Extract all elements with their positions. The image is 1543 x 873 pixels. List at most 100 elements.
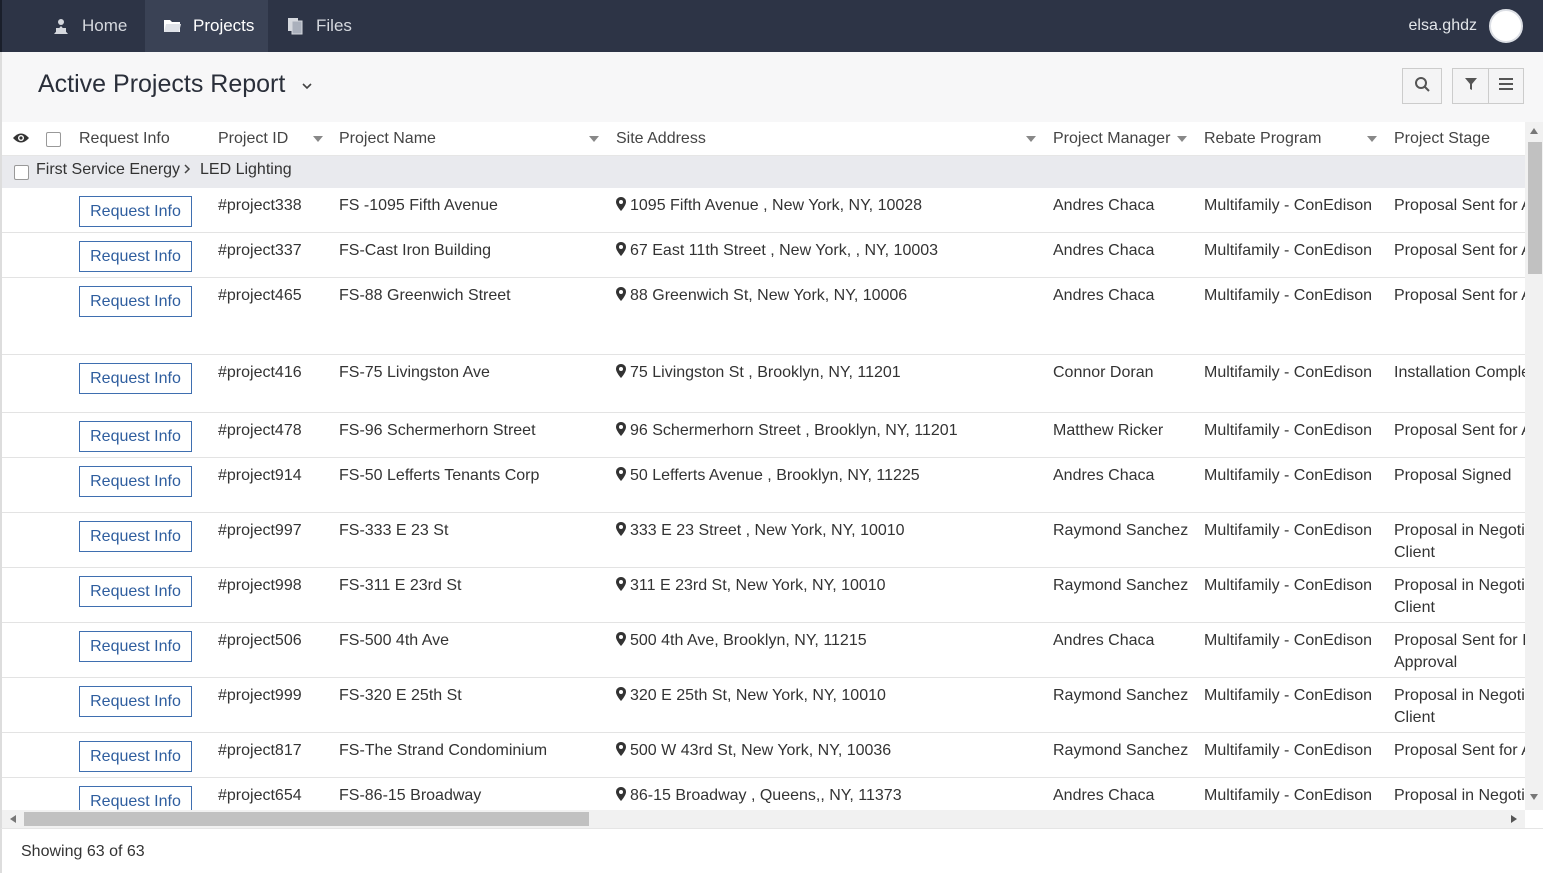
site-address: 96 Schermerhorn Street , Brooklyn, NY, 1…: [616, 420, 1041, 442]
nav-home[interactable]: Home: [52, 0, 147, 52]
user-menu[interactable]: elsa.ghdz: [1409, 0, 1523, 52]
eye-icon[interactable]: [12, 131, 30, 150]
nav-projects[interactable]: Projects: [145, 0, 268, 52]
table-row[interactable]: Request Info #project817 FS-The Strand Con…: [2, 733, 1525, 778]
sort-caret-icon[interactable]: [589, 136, 599, 142]
project-name[interactable]: FS-96 Schermerhorn Street: [339, 420, 604, 442]
select-all-checkbox[interactable]: [46, 132, 61, 147]
col-header-project-id[interactable]: Project ID: [218, 122, 288, 156]
request-info-button[interactable]: Request Info: [79, 196, 192, 227]
table-row[interactable]: Request Info #project416 FS-75 Livingston …: [2, 355, 1525, 413]
search-button[interactable]: [1402, 68, 1442, 104]
project-id[interactable]: #project817: [218, 740, 323, 762]
sort-caret-icon[interactable]: [1177, 136, 1187, 142]
request-info-button[interactable]: Request Info: [79, 741, 192, 772]
project-stage-text: Proposal Sent for A: [1394, 742, 1525, 759]
rebate-program: Multifamily - ConEdison: [1204, 577, 1373, 594]
menu-button[interactable]: [1488, 68, 1524, 104]
project-id[interactable]: #project465: [218, 285, 323, 307]
request-info-button[interactable]: Request Info: [79, 686, 192, 717]
project-name[interactable]: FS-333 E 23 St: [339, 520, 604, 542]
request-info-button[interactable]: Request Info: [79, 576, 192, 607]
project-id[interactable]: #project416: [218, 362, 323, 384]
request-info-button[interactable]: Request Info: [79, 521, 192, 552]
vertical-scrollbar[interactable]: [1525, 122, 1543, 810]
project-id[interactable]: #project337: [218, 240, 323, 262]
row-count-status: Showing 63 of 63: [21, 843, 145, 860]
col-header-rebate-program[interactable]: Rebate Program: [1204, 122, 1321, 156]
project-id[interactable]: #project914: [218, 465, 323, 487]
scroll-left-arrow-icon[interactable]: [10, 815, 16, 823]
col-header-request-info[interactable]: Request Info: [79, 122, 170, 156]
project-stage: Proposal in Negotia: [1394, 785, 1525, 807]
project-stage: Installation Comple: [1394, 362, 1525, 384]
rebate-program: Multifamily - ConEdison: [1204, 687, 1373, 704]
project-name[interactable]: FS-Cast Iron Building: [339, 240, 604, 262]
table-row[interactable]: Request Info #project478 FS-96 Schermerhor…: [2, 413, 1525, 458]
scroll-down-arrow-icon[interactable]: [1530, 794, 1538, 800]
request-info-button[interactable]: Request Info: [79, 363, 192, 394]
sort-caret-icon[interactable]: [313, 136, 323, 142]
project-name[interactable]: FS-50 Lefferts Tenants Corp: [339, 465, 604, 487]
project-id[interactable]: #project999: [218, 685, 323, 707]
group-checkbox[interactable]: [14, 165, 29, 180]
horizontal-scroll-thumb[interactable]: [24, 812, 589, 826]
request-info-button[interactable]: Request Info: [79, 631, 192, 662]
request-info-button[interactable]: Request Info: [79, 241, 192, 272]
table-row[interactable]: Request Info #project465 FS-88 Greenwich S…: [2, 278, 1525, 355]
nav-files[interactable]: Files: [268, 0, 358, 52]
chevron-down-icon[interactable]: [299, 78, 315, 94]
project-id[interactable]: #project478: [218, 420, 323, 442]
project-id[interactable]: #project506: [218, 630, 323, 652]
sort-caret-icon[interactable]: [1026, 136, 1036, 142]
project-name[interactable]: FS-86-15 Broadway: [339, 785, 604, 807]
filter-button[interactable]: [1452, 68, 1489, 104]
project-id[interactable]: #project338: [218, 195, 323, 217]
request-info-button[interactable]: Request Info: [79, 421, 192, 452]
request-info-button[interactable]: Request Info: [79, 286, 192, 317]
group-row[interactable]: First Service Energy LED Lighting: [2, 156, 1525, 188]
map-pin-icon: [616, 741, 626, 756]
table-row[interactable]: Request Info #project506 FS-500 4th Ave 500…: [2, 623, 1525, 678]
table-row[interactable]: Request Info #project997 FS-333 E 23 St 333…: [2, 513, 1525, 568]
table-row[interactable]: Request Info #project998 FS-311 E 23rd St 3…: [2, 568, 1525, 623]
request-info-button[interactable]: Request Info: [79, 786, 192, 810]
project-id[interactable]: #project997: [218, 520, 323, 542]
col-header-project-name[interactable]: Project Name: [339, 122, 436, 156]
project-stage-text: Installation Comple: [1394, 364, 1525, 381]
project-name[interactable]: FS-75 Livingston Ave: [339, 362, 604, 384]
col-header-project-stage[interactable]: Project Stage: [1394, 122, 1490, 156]
vertical-scroll-thumb[interactable]: [1528, 142, 1542, 274]
project-name[interactable]: FS-311 E 23rd St: [339, 575, 604, 597]
project-name[interactable]: FS-500 4th Ave: [339, 630, 604, 652]
col-header-project-manager[interactable]: Project Manager: [1053, 122, 1170, 156]
table-row[interactable]: Request Info #project337 FS-Cast Iron Buil…: [2, 233, 1525, 278]
table-row[interactable]: Request Info #project914 FS-50 Lefferts Te…: [2, 458, 1525, 513]
project-stage-text: Proposal in Negotia: [1394, 787, 1525, 804]
site-address: 311 E 23rd St, New York, NY, 10010: [616, 575, 1041, 597]
project-name[interactable]: FS-88 Greenwich Street: [339, 285, 604, 307]
project-name[interactable]: FS-320 E 25th St: [339, 685, 604, 707]
scroll-right-arrow-icon[interactable]: [1511, 815, 1517, 823]
page-title: Active Projects Report: [38, 70, 286, 98]
project-name[interactable]: FS-The Strand Condominium: [339, 740, 604, 762]
site-address-text: 67 East 11th Street , New York, , NY, 10…: [630, 242, 939, 259]
col-header-site-address[interactable]: Site Address: [616, 122, 706, 156]
project-name[interactable]: FS -1095 Fifth Avenue: [339, 195, 604, 217]
rebate-program: Multifamily - ConEdison: [1204, 787, 1373, 804]
project-stage: Proposal Sent for In Approval: [1394, 630, 1525, 674]
project-stage: Proposal Sent for A: [1394, 195, 1525, 217]
request-info-button[interactable]: Request Info: [79, 466, 192, 497]
table-row[interactable]: Request Info #project999 FS-320 E 25th St 3…: [2, 678, 1525, 733]
project-id[interactable]: #project998: [218, 575, 323, 597]
sort-caret-icon[interactable]: [1367, 136, 1377, 142]
table-row[interactable]: Request Info #project654 FS-86-15 Broadway…: [2, 778, 1525, 810]
folder-icon: [163, 17, 181, 35]
table-row[interactable]: Request Info #project338 FS -1095 Fifth Av…: [2, 188, 1525, 233]
scroll-up-arrow-icon[interactable]: [1530, 128, 1538, 134]
site-address-text: 1095 Fifth Avenue , New York, NY, 10028: [630, 197, 923, 214]
avatar[interactable]: [1489, 9, 1523, 43]
horizontal-scrollbar[interactable]: [0, 810, 1525, 828]
project-id[interactable]: #project654: [218, 785, 323, 807]
site-address: 67 East 11th Street , New York, , NY, 10…: [616, 240, 1041, 262]
